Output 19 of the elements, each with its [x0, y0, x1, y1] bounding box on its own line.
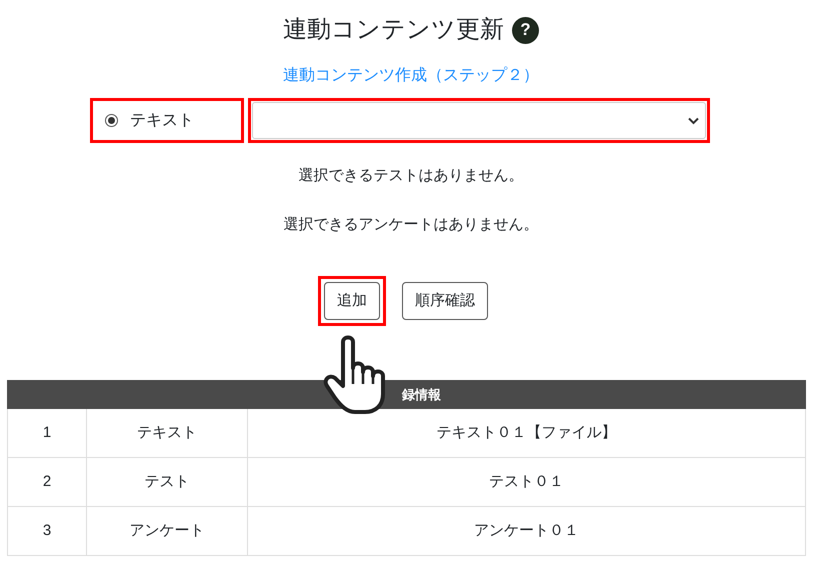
info-message: 選択できるアンケートはありません。	[284, 214, 538, 234]
help-icon[interactable]: ?	[512, 16, 539, 44]
table-cell: 3	[8, 507, 87, 555]
action-button[interactable]: 順序確認	[402, 282, 488, 320]
table-cell: 2	[8, 458, 87, 506]
radio-option[interactable]: テキスト	[90, 98, 244, 143]
table-cell-text: テキスト０１【ファイル】	[436, 422, 618, 443]
page-title: 連動コンテンツ更新	[283, 15, 504, 45]
table-title: 録情報	[402, 386, 441, 404]
action-button[interactable]: 追加	[324, 282, 380, 320]
table-cell: 1	[8, 409, 87, 457]
table-cell: テキスト	[87, 409, 248, 457]
radio-icon[interactable]	[105, 114, 118, 127]
table-cell: アンケート	[87, 507, 248, 555]
table-cell-text: テスト０１	[488, 472, 565, 492]
table-cell: テスト	[87, 458, 248, 506]
info-message: 選択できるテストはありません。	[298, 166, 524, 186]
table-cell-text: アンケート０１	[473, 520, 580, 541]
chevron-down-icon	[688, 116, 699, 124]
